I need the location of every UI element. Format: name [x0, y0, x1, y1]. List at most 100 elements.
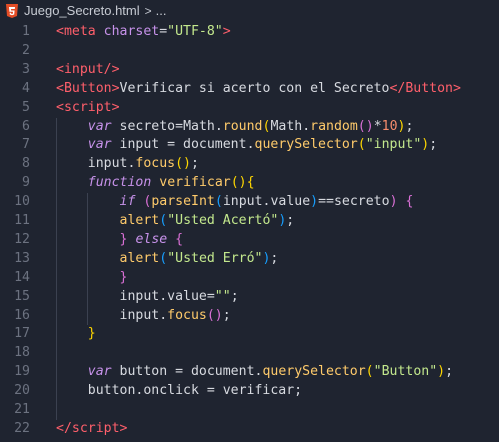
- code-token: (): [175, 156, 191, 172]
- code-line[interactable]: 21: [0, 401, 499, 420]
- code-token: {: [246, 175, 255, 191]
- breadcrumb-symbol[interactable]: ...: [156, 3, 167, 18]
- code-token: var: [87, 118, 112, 134]
- code-line[interactable]: 3 <input/>: [0, 61, 499, 80]
- code-line[interactable]: 13 alert("Usted Erró");: [0, 250, 499, 269]
- code-token: .: [302, 118, 311, 134]
- code-line[interactable]: 6 var secreto=Math.round(Math.random()*1…: [0, 118, 499, 137]
- code-token: parseInt: [151, 194, 215, 210]
- code-line[interactable]: 20 button.onclick = verificar;: [0, 382, 499, 401]
- code-text: <script>: [56, 99, 120, 118]
- code-token: 10: [381, 118, 398, 134]
- code-token: "Button": [373, 364, 438, 380]
- code-line[interactable]: 4 <Button>Verificar si acerto con el Secr…: [0, 80, 499, 99]
- code-line[interactable]: 18: [0, 344, 499, 363]
- code-line[interactable]: 1 <meta charset="UTF-8">: [0, 23, 499, 42]
- code-token: focus: [167, 307, 207, 323]
- code-token: focus: [135, 156, 176, 172]
- code-token: random: [310, 118, 358, 134]
- code-token: querySelector: [262, 364, 366, 380]
- code-token: ;: [405, 118, 414, 134]
- code-token: .: [214, 118, 223, 134]
- code-token: ;: [445, 364, 454, 380]
- code-text: <meta charset="UTF-8">: [56, 23, 231, 42]
- code-text: var input = document.querySelector("inpu…: [56, 136, 437, 155]
- code-line[interactable]: 7 var input = document.querySelector("in…: [0, 136, 499, 155]
- code-line[interactable]: 19 var button = document.querySelector("…: [0, 363, 499, 382]
- code-token: }: [87, 326, 96, 342]
- code-line[interactable]: 17 }: [0, 325, 499, 344]
- code-token: >: [119, 420, 128, 436]
- code-line[interactable]: 11 alert("Usted Acertó");: [0, 212, 499, 231]
- indent-guide: [87, 193, 88, 326]
- code-text: function verificar(){: [56, 174, 255, 193]
- code-text: button.onclick = verificar;: [56, 382, 302, 401]
- code-token: (): [206, 307, 223, 323]
- code-token: <meta: [56, 24, 104, 39]
- code-token: input.: [56, 307, 168, 323]
- code-line[interactable]: 10 if (parseInt(input.value)==secreto) {: [0, 193, 499, 212]
- code-token: (): [230, 175, 247, 191]
- code-token: (: [365, 364, 374, 380]
- code-text: input.value="";: [56, 288, 239, 307]
- line-number: 21: [14, 402, 30, 417]
- code-text: <input/>: [56, 61, 120, 80]
- code-editor[interactable]: 1 <meta charset="UTF-8"> 2 3 <input/> 4 <Butto…: [0, 21, 499, 442]
- chevron-right-icon: >: [144, 3, 152, 18]
- code-token: ;: [270, 250, 279, 266]
- code-token: Verificar si acerto con el Secreto: [119, 80, 390, 96]
- code-line[interactable]: 2: [0, 42, 499, 61]
- code-token: querySelector: [254, 137, 358, 153]
- code-line[interactable]: 22 </script>: [0, 420, 499, 439]
- code-line[interactable]: 8 input.focus();: [0, 155, 499, 174]
- code-token: ): [310, 194, 319, 210]
- line-number: 6: [22, 118, 30, 134]
- code-token: ;: [191, 156, 199, 172]
- code-token: round: [222, 118, 263, 134]
- line-number: 13: [14, 250, 30, 266]
- code-token: script: [71, 420, 120, 436]
- code-line[interactable]: 14 }: [0, 269, 499, 288]
- code-token: <Button>: [56, 80, 120, 96]
- code-token: input.value=: [56, 288, 215, 304]
- code-token: var: [87, 137, 112, 153]
- line-number: 10: [14, 194, 30, 210]
- line-number: 8: [22, 156, 30, 172]
- code-token: button.onclick = verificar;: [56, 383, 303, 399]
- code-token: =: [159, 24, 168, 39]
- line-number: 20: [14, 383, 30, 399]
- code-token: ;: [230, 288, 239, 304]
- code-token: "Usted Erró": [167, 250, 263, 266]
- code-token: input.: [56, 156, 136, 172]
- code-token: >: [222, 24, 231, 39]
- code-text: <Button>Verificar si acerto con el Secre…: [56, 80, 461, 99]
- code-line[interactable]: 15 input.value="";: [0, 288, 499, 307]
- code-line[interactable]: 12 } else {: [0, 231, 499, 250]
- code-text: input.focus();: [56, 307, 231, 326]
- code-text: if (parseInt(input.value)==secreto) {: [56, 193, 414, 212]
- code-line[interactable]: 16 input.focus();: [0, 307, 499, 326]
- line-number: 1: [22, 24, 30, 39]
- code-token: button = document.: [111, 364, 263, 380]
- code-token: *: [373, 118, 382, 134]
- code-line[interactable]: 9 function verificar(){: [0, 174, 499, 193]
- code-token: input = document.: [111, 137, 255, 153]
- code-text: var button = document.querySelector("But…: [56, 363, 453, 382]
- line-number: 11: [14, 213, 30, 228]
- code-line[interactable]: 5 <script>: [0, 99, 499, 118]
- code-text: </script>: [56, 420, 127, 439]
- code-token: {: [175, 231, 184, 247]
- line-number: 22: [14, 420, 30, 436]
- line-number: 17: [14, 326, 30, 342]
- breadcrumb-file[interactable]: Juego_Secreto.html: [24, 3, 140, 18]
- code-token: (: [159, 250, 168, 266]
- code-token: <input/>: [56, 61, 120, 77]
- html5-icon: [6, 3, 18, 18]
- code-token: "input": [365, 137, 422, 153]
- code-token: ;: [222, 307, 231, 323]
